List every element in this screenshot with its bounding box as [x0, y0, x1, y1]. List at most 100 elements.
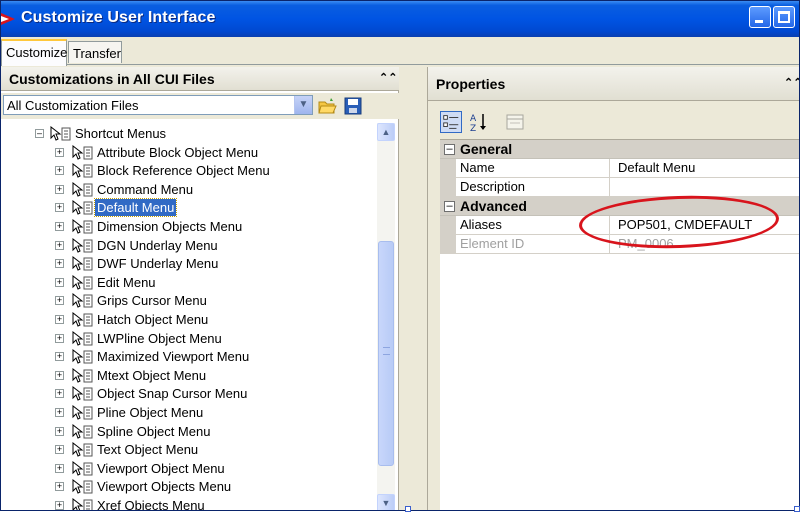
tab-customize[interactable]: Customize — [1, 39, 67, 66]
tree-node-menu[interactable]: + Pline Object Menu — [1, 404, 371, 422]
expand-node-icon[interactable]: + — [55, 203, 64, 213]
expand-node-icon[interactable]: + — [55, 147, 64, 157]
expand-node-icon[interactable]: + — [55, 333, 64, 343]
shortcut-menu-icon — [72, 423, 93, 439]
maximize-button[interactable] — [773, 6, 795, 28]
chevron-down-icon[interactable]: ▼ — [294, 96, 312, 114]
tab-divider — [1, 64, 799, 65]
expand-node-icon[interactable]: + — [55, 389, 64, 399]
customizations-panel-title: Customizations in All CUI Files — [9, 71, 215, 87]
tree-node-label: Edit Menu — [97, 274, 156, 290]
property-row-name[interactable]: Name Default Menu — [440, 159, 799, 178]
tree-node-menu[interactable]: + DWF Underlay Menu — [1, 255, 371, 273]
tree-node-menu[interactable]: + Edit Menu — [1, 274, 371, 292]
tree-node-menu[interactable]: + LWPline Object Menu — [1, 330, 371, 348]
expand-node-icon[interactable]: + — [55, 408, 64, 417]
tree-node-menu[interactable]: + Default Menu — [1, 198, 371, 218]
panel-splitter[interactable] — [400, 67, 426, 510]
tree-node-menu[interactable]: + Dimension Objects Menu — [1, 218, 371, 236]
alphabetical-sort-icon[interactable]: A Z — [468, 111, 490, 133]
expand-node-icon[interactable]: + — [55, 222, 64, 231]
maximize-icon — [778, 11, 790, 23]
shortcut-menu-icon — [72, 293, 93, 309]
shortcut-menu-icon — [72, 200, 93, 216]
tree-node-menu[interactable]: + Attribute Block Object Menu — [1, 144, 371, 162]
expand-node-icon[interactable]: + — [55, 166, 64, 176]
tree-node-menu[interactable]: + Spline Object Menu — [1, 423, 371, 441]
save-icon[interactable] — [343, 96, 363, 116]
collapse-category-icon[interactable]: – — [444, 201, 455, 212]
customizations-panel: Customizations in All CUI Files ⌃⌃ All C… — [1, 67, 399, 511]
tree-node-menu[interactable]: + Xref Objects Menu — [1, 497, 371, 511]
tree-node-menu[interactable]: + Viewport Object Menu — [1, 460, 371, 478]
property-value[interactable] — [614, 178, 799, 197]
customization-tree: – Shortcut Menus + Attribute Block Objec… — [1, 123, 375, 511]
tree-node-menu[interactable]: + Grips Cursor Menu — [1, 292, 371, 310]
tree-node-menu[interactable]: + Maximized Viewport Menu — [1, 348, 371, 366]
customization-file-select-value: All Customization Files — [7, 98, 139, 113]
category-general[interactable]: – General — [440, 140, 799, 159]
tree-node-menu[interactable]: + Block Reference Object Menu — [1, 162, 371, 180]
property-name: Name — [456, 159, 610, 178]
open-file-icon[interactable] — [317, 96, 337, 116]
expand-node-icon[interactable]: + — [55, 315, 64, 324]
resize-handle[interactable] — [405, 506, 411, 512]
expand-node-icon[interactable]: + — [55, 259, 64, 269]
collapse-category-icon[interactable]: – — [444, 144, 455, 155]
collapse-node-icon[interactable]: – — [35, 129, 44, 138]
scroll-thumb[interactable] — [378, 241, 394, 466]
expand-node-icon[interactable]: + — [55, 426, 64, 436]
tree-node-label: LWPline Object Menu — [97, 330, 222, 346]
tree-node-menu[interactable]: + Object Snap Cursor Menu — [1, 385, 371, 403]
resize-handle[interactable] — [794, 506, 800, 512]
tree-node-label: Command Menu — [97, 181, 194, 197]
expand-node-icon[interactable]: + — [55, 184, 64, 194]
expand-node-icon[interactable]: + — [55, 482, 64, 492]
collapse-panel-icon[interactable]: ⌃⌃ — [784, 76, 799, 90]
tree-node-menu[interactable]: + Hatch Object Menu — [1, 311, 371, 329]
shortcut-menu-icon — [72, 367, 93, 383]
tab-transfer[interactable]: Transfer — [68, 41, 122, 63]
property-pages-icon[interactable] — [504, 111, 526, 133]
scroll-down-button[interactable]: ▼ — [377, 494, 395, 510]
tree-node-menu[interactable]: + DGN Underlay Menu — [1, 237, 371, 255]
title-bar[interactable]: Customize User Interface — [1, 1, 799, 37]
tree-node-menu[interactable]: + Viewport Objects Menu — [1, 478, 371, 496]
customization-file-select[interactable]: All Customization Files ▼ — [3, 95, 313, 115]
tree-node-menu[interactable]: + Command Menu — [1, 181, 371, 199]
expand-node-icon[interactable]: + — [55, 370, 64, 380]
expand-node-icon[interactable]: + — [55, 501, 64, 510]
expand-node-icon[interactable]: + — [55, 445, 64, 455]
categorized-view-icon[interactable] — [440, 111, 462, 133]
expand-node-icon[interactable]: + — [55, 240, 64, 250]
property-row-description[interactable]: Description — [440, 178, 799, 197]
scroll-up-button[interactable]: ▲ — [377, 123, 395, 141]
tree-scrollbar[interactable]: ▲ ▼ — [377, 123, 395, 510]
shortcut-menu-icon — [72, 219, 93, 234]
tree-node-label: Xref Objects Menu — [97, 498, 205, 511]
minimize-button[interactable] — [749, 6, 771, 28]
tree-node-label: Grips Cursor Menu — [97, 293, 207, 309]
tree-node-menu[interactable]: + Text Object Menu — [1, 441, 371, 459]
tree-node-label: DWF Underlay Menu — [97, 256, 219, 272]
shortcut-menu-icon — [72, 442, 93, 457]
collapse-panel-icon[interactable]: ⌃⌃ — [379, 71, 397, 85]
tree-node-menu[interactable]: + Mtext Object Menu — [1, 367, 371, 385]
tree-node-label-selected: Default Menu — [93, 198, 178, 218]
property-value[interactable]: Default Menu — [614, 159, 799, 178]
tree-node-label: Hatch Object Menu — [97, 312, 209, 327]
expand-node-icon[interactable]: + — [55, 463, 64, 473]
expand-node-icon[interactable]: + — [55, 352, 64, 362]
tree-node-label: Object Snap Cursor Menu — [97, 386, 248, 402]
shortcut-menu-icon — [72, 349, 93, 364]
shortcut-menu-icon — [72, 405, 93, 420]
expand-node-icon[interactable]: + — [55, 277, 64, 287]
expand-node-icon[interactable]: + — [55, 296, 64, 306]
properties-panel-title: Properties — [436, 76, 506, 92]
tab-strip: Customize Transfer — [1, 37, 799, 66]
customize-user-interface-window: Customize User Interface Customize Trans… — [0, 0, 800, 511]
category-name: Advanced — [460, 198, 527, 214]
shortcut-menu-icon — [72, 330, 93, 346]
tree-node-shortcut-menus[interactable]: – Shortcut Menus — [1, 125, 371, 143]
shortcut-menu-icon — [72, 312, 93, 327]
